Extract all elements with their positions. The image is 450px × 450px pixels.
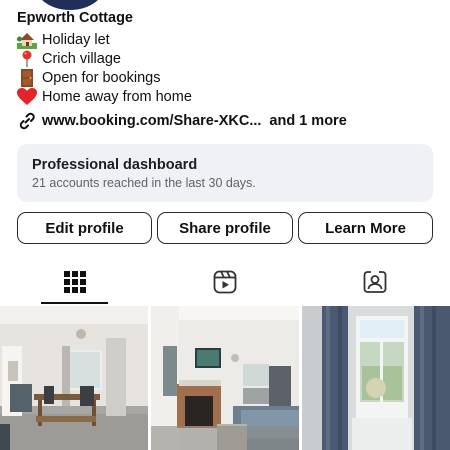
post-thumbnail-window[interactable] xyxy=(302,306,450,450)
profile-link-row[interactable]: www.booking.com/Share-XKC... and 1 more xyxy=(17,112,347,130)
professional-dashboard-card[interactable]: Professional dashboard 21 accounts reach… xyxy=(17,144,433,202)
round-pushpin-icon xyxy=(17,50,37,68)
bio-text: Open for bookings xyxy=(42,69,161,86)
share-profile-button[interactable]: Share profile xyxy=(157,212,293,244)
profile-bio: Holiday let Crich village Open for booki… xyxy=(17,30,192,106)
red-heart-icon xyxy=(17,87,37,106)
dashboard-subtitle: 21 accounts reached in the last 30 days. xyxy=(32,176,256,190)
grid-icon xyxy=(64,270,86,298)
profile-avatar[interactable] xyxy=(34,0,106,10)
reels-icon xyxy=(213,270,237,299)
profile-tabs xyxy=(0,262,450,306)
post-thumbnail-dining-room[interactable] xyxy=(0,306,148,450)
profile-link-more[interactable]: and 1 more xyxy=(269,113,346,129)
tagged-person-icon xyxy=(363,270,387,299)
learn-more-button[interactable]: Learn More xyxy=(298,212,433,244)
bio-line: Crich village xyxy=(17,49,192,68)
link-icon xyxy=(17,112,37,130)
dashboard-title: Professional dashboard xyxy=(32,157,198,173)
bio-text: Home away from home xyxy=(42,88,192,105)
door-icon xyxy=(17,68,37,87)
bio-text: Crich village xyxy=(42,50,121,67)
edit-profile-button[interactable]: Edit profile xyxy=(17,212,152,244)
bio-text: Holiday let xyxy=(42,31,110,48)
house-with-garden-icon xyxy=(17,31,37,49)
bio-line: Home away from home xyxy=(17,87,192,106)
active-tab-indicator xyxy=(41,302,108,304)
profile-link-url[interactable]: www.booking.com/Share-XKC... xyxy=(42,113,261,129)
tab-tagged[interactable] xyxy=(300,262,450,306)
tab-reels[interactable] xyxy=(150,262,300,306)
bio-line: Open for bookings xyxy=(17,68,192,87)
bio-line: Holiday let xyxy=(17,30,192,49)
post-thumbnail-living-room[interactable] xyxy=(151,306,299,450)
profile-name: Epworth Cottage xyxy=(17,10,133,26)
tab-posts[interactable] xyxy=(0,262,150,306)
